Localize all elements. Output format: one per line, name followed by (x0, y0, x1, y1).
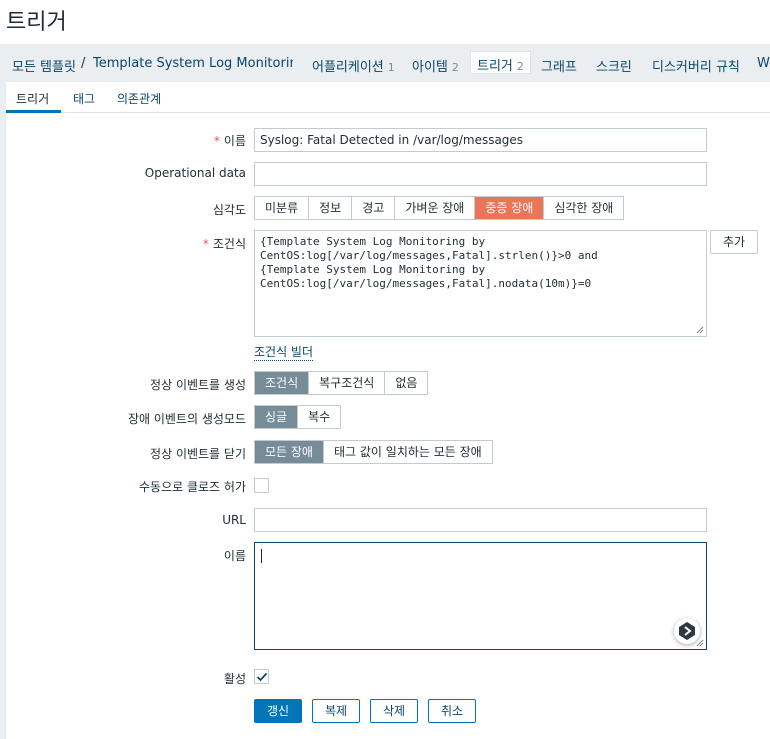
assistant-bubble-icon[interactable] (674, 618, 700, 644)
problem-mode-single[interactable]: 싱글 (255, 406, 299, 428)
ok-event-none[interactable]: 없음 (385, 372, 427, 394)
resize-handle-icon[interactable] (696, 326, 704, 334)
nav-tab-web[interactable]: We (757, 56, 770, 71)
nav-tab-applications[interactable]: 어플리케이션 1 (312, 56, 395, 75)
nav-tab-discovery-rules[interactable]: 디스커버리 규칙 (652, 56, 740, 75)
ok-event-selector: 조건식 복구조건식 없음 (254, 371, 429, 395)
enabled-label: 활성 (223, 672, 246, 686)
page-title: 트리거 (6, 10, 67, 35)
ok-close-all-problems[interactable]: 모든 장애 (255, 441, 324, 463)
severity-information[interactable]: 정보 (309, 197, 353, 219)
enabled-checkbox[interactable] (254, 669, 269, 684)
cancel-button[interactable]: 취소 (428, 699, 476, 723)
nav-tab-count: 1 (387, 61, 395, 74)
expression-textarea[interactable]: {Template System Log Monitoring by CentO… (254, 230, 707, 337)
expression-builder-link[interactable]: 조건식 빌더 (254, 343, 314, 361)
ok-event-expression[interactable]: 조건식 (255, 372, 310, 394)
ok-close-label: 정상 이벤트를 닫기 (150, 447, 246, 461)
nav-tab-screens[interactable]: 스크린 (596, 56, 632, 75)
opdata-label: Operational data (144, 166, 246, 180)
tab-tags[interactable]: 태그 (73, 90, 95, 107)
description-label: 이름 (223, 549, 246, 563)
breadcrumb-template[interactable]: Template System Log Monitoring b... (93, 56, 293, 71)
nav-tab-graphs[interactable]: 그래프 (541, 56, 577, 75)
ok-event-recovery-expression[interactable]: 복구조건식 (309, 372, 386, 394)
required-marker: * (202, 237, 209, 251)
nav-tab-label: 어플리케이션 (312, 60, 384, 75)
problem-mode-multiple[interactable]: 복수 (298, 406, 340, 428)
resize-handle-icon[interactable] (696, 639, 704, 647)
expression-label-text: 조건식 (212, 237, 246, 251)
severity-not-classified[interactable]: 미분류 (255, 197, 310, 219)
description-textarea[interactable] (254, 542, 707, 650)
trigger-form-panel: 트리거 태그 의존관계 * 이름 Syslog: Fatal Detected i… (6, 82, 770, 739)
problem-mode-selector: 싱글 복수 (254, 405, 342, 429)
delete-button[interactable]: 삭제 (370, 699, 418, 723)
name-label-text: 이름 (223, 134, 246, 148)
page-header: 트리거 (0, 0, 770, 44)
update-button[interactable]: 갱신 (254, 699, 302, 723)
template-navbar: 모든 템플릿 / Template System Log Monitoring … (0, 44, 770, 82)
add-expression-button[interactable]: 추가 (710, 230, 758, 254)
severity-selector: 미분류 정보 경고 가벼운 장애 중증 장애 심각한 장애 (254, 196, 625, 220)
checkmark-icon (256, 672, 268, 682)
text-caret (261, 549, 262, 563)
nav-tab-label: We (757, 56, 770, 71)
nav-tab-items[interactable]: 아이템 2 (412, 56, 459, 75)
breadcrumb-all-templates[interactable]: 모든 템플릿 (12, 56, 76, 75)
name-input[interactable]: Syslog: Fatal Detected in /var/log/messa… (254, 128, 707, 152)
problem-mode-label: 장애 이벤트의 생성모드 (127, 412, 246, 426)
active-tab-indicator (6, 110, 61, 113)
nav-tab-label: 트리거 (477, 59, 513, 74)
expression-label: * 조건식 (6, 235, 246, 252)
required-marker: * (213, 134, 220, 148)
nav-tab-count: 2 (451, 61, 459, 74)
clone-button[interactable]: 복제 (312, 699, 360, 723)
ok-close-tag-match[interactable]: 태그 값이 일치하는 모든 장애 (324, 441, 492, 463)
opdata-input[interactable] (254, 162, 707, 186)
nav-tab-label: 스크린 (596, 60, 632, 75)
form-tabbar: 트리거 태그 의존관계 (6, 82, 770, 113)
severity-warning[interactable]: 경고 (352, 197, 396, 219)
url-input[interactable] (254, 508, 707, 532)
name-label: * 이름 (6, 132, 246, 149)
severity-disaster[interactable]: 심각한 장애 (544, 197, 623, 219)
tab-dependencies[interactable]: 의존관계 (117, 90, 161, 107)
nav-tab-count: 2 (516, 60, 524, 73)
severity-label: 심각도 (212, 203, 246, 217)
nav-tab-label: 아이템 (412, 60, 448, 75)
nav-tab-label: 그래프 (541, 60, 577, 75)
nav-tab-label: 디스커버리 규칙 (652, 60, 740, 75)
severity-high[interactable]: 중증 장애 (475, 197, 545, 219)
manual-close-label: 수동으로 클로즈 허가 (139, 480, 246, 494)
nav-tab-triggers[interactable]: 트리거 2 (470, 51, 531, 74)
severity-average[interactable]: 가벼운 장애 (395, 197, 476, 219)
manual-close-checkbox[interactable] (254, 478, 269, 493)
tab-trigger[interactable]: 트리거 (16, 90, 49, 107)
ok-event-label: 정상 이벤트를 생성 (150, 378, 246, 392)
breadcrumb-separator: / (81, 56, 86, 71)
ok-close-selector: 모든 장애 태그 값이 일치하는 모든 장애 (254, 440, 493, 464)
url-label: URL (222, 513, 246, 527)
